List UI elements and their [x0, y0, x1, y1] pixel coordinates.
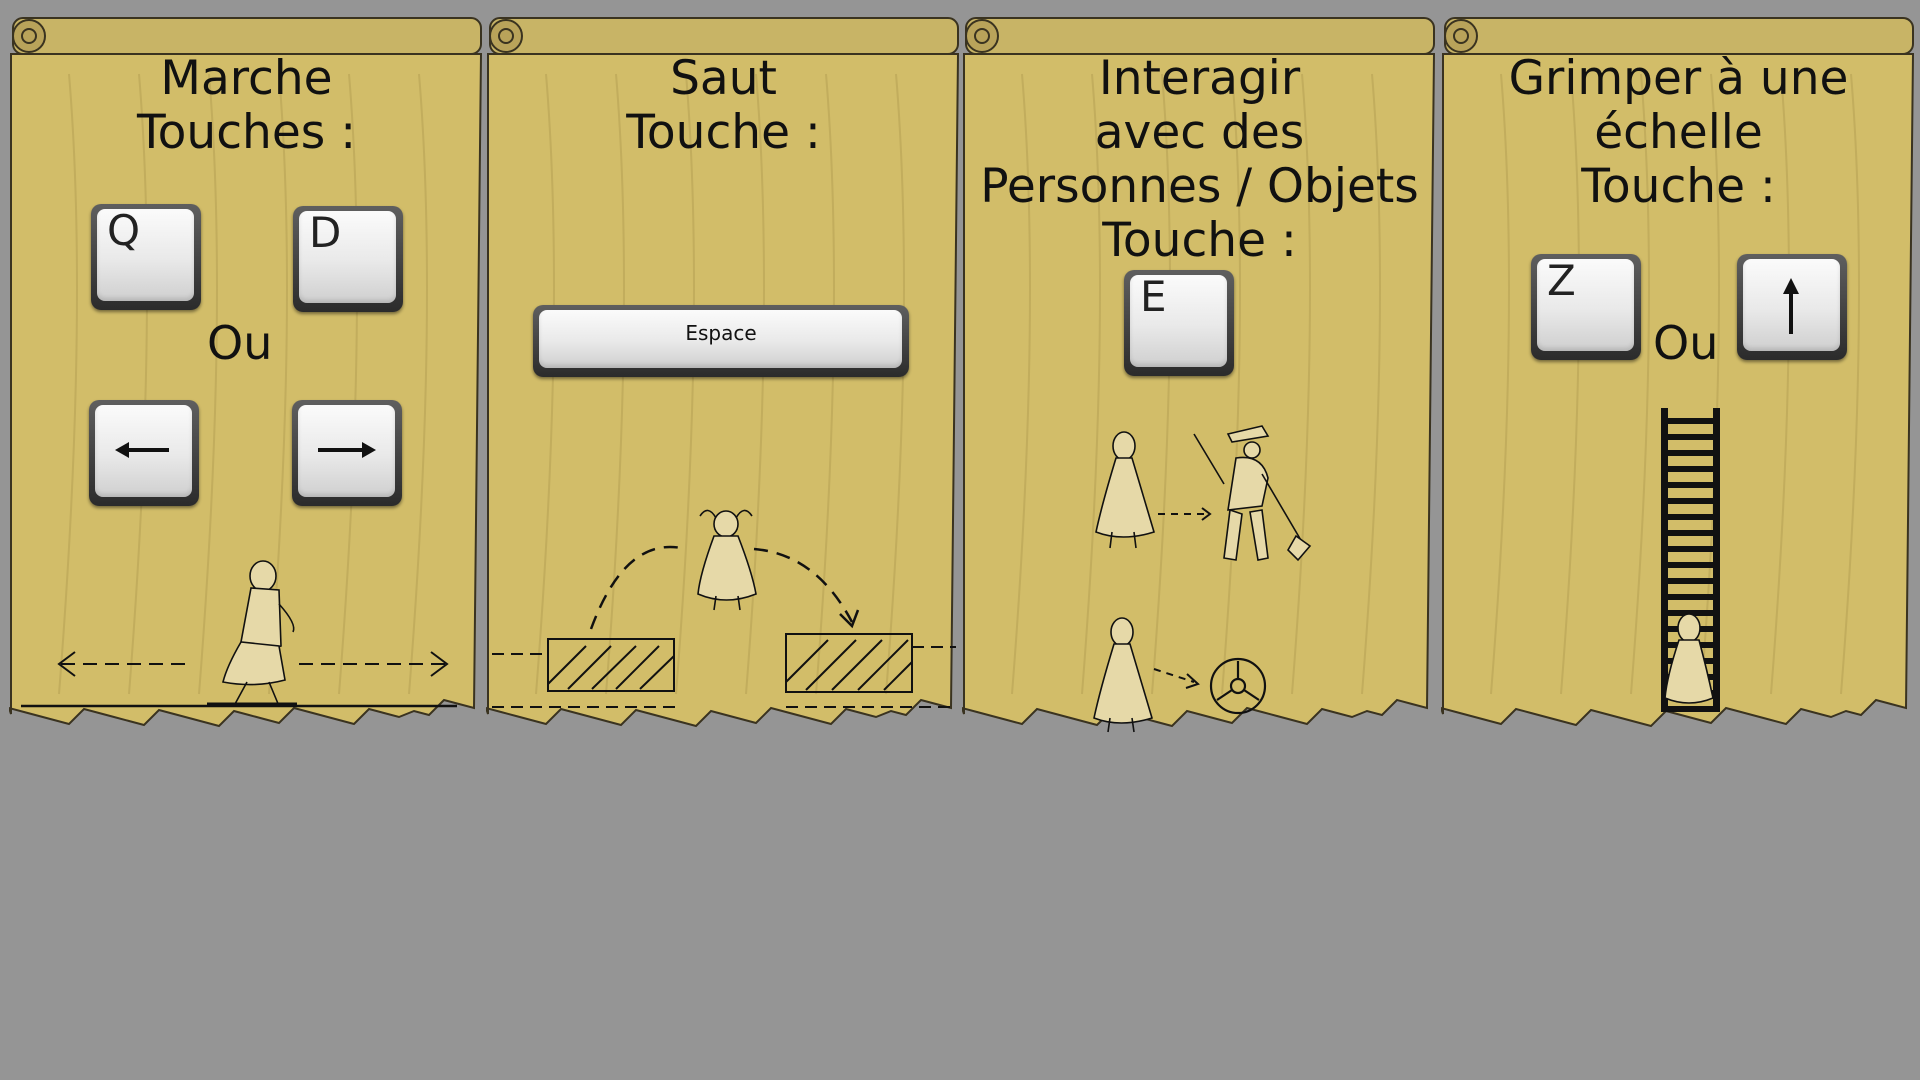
ladder-rung: [1661, 498, 1720, 504]
key-z: Z: [1531, 254, 1641, 360]
ladder-rung: [1661, 562, 1720, 568]
left-arrow-key: [89, 400, 199, 506]
key-e: E: [1124, 270, 1234, 376]
title-line: Touche :: [1102, 213, 1297, 268]
panel-walk: Marche Touches : Q D Ou: [9, 14, 484, 754]
title-line: Touche :: [1581, 159, 1776, 214]
panel-title: Saut Touche :: [486, 52, 961, 160]
panel-title: Interagir avec des Personnes / Objets To…: [962, 52, 1437, 268]
ladder-rung: [1661, 546, 1720, 552]
key-q: Q: [91, 204, 201, 310]
ladder-rung: [1661, 706, 1720, 712]
ladder-rung: [1661, 578, 1720, 584]
title-line: Interagir: [1098, 51, 1301, 106]
ladder-rung: [1661, 434, 1720, 440]
ladder-rung: [1661, 450, 1720, 456]
right-arrow-icon: [318, 442, 376, 458]
jump-illustration: [492, 509, 956, 708]
title-line: Touche :: [626, 105, 821, 160]
panel-title: Marche Touches :: [9, 52, 484, 160]
title-line: échelle: [1594, 105, 1763, 160]
title-line: Marche: [160, 51, 333, 106]
title-line: Grimper à une: [1508, 51, 1849, 106]
panel-title: Grimper à une échelle Touche :: [1441, 52, 1916, 214]
panel-interact: Interagir avec des Personnes / Objets To…: [962, 14, 1437, 754]
panel-climb: Grimper à une échelle Touche : Z Ou: [1441, 14, 1916, 754]
title-line: avec des: [1094, 105, 1305, 160]
interact-illustration: [1093, 425, 1312, 733]
or-label: Ou: [207, 316, 273, 370]
right-arrow-key: [292, 400, 402, 506]
walking-girl-illustration: [21, 560, 457, 708]
ladder-rung: [1661, 482, 1720, 488]
title-line: Touches :: [136, 105, 357, 160]
up-arrow-icon: [1783, 278, 1799, 334]
panel-jump: Saut Touche : Espace: [486, 14, 961, 754]
ladder-rung: [1661, 514, 1720, 520]
ladder-rung: [1661, 418, 1720, 424]
key-space: Espace: [533, 305, 909, 377]
ladder-illustration: [1661, 408, 1720, 712]
ladder-rung: [1661, 594, 1720, 600]
key-d: D: [293, 206, 403, 312]
ladder-rung: [1661, 466, 1720, 472]
left-arrow-icon: [115, 442, 169, 458]
up-arrow-key: [1737, 254, 1847, 360]
title-line: Personnes / Objets: [980, 159, 1419, 214]
ladder-rung: [1661, 530, 1720, 536]
title-line: Saut: [670, 51, 777, 106]
or-label: Ou: [1653, 316, 1719, 370]
